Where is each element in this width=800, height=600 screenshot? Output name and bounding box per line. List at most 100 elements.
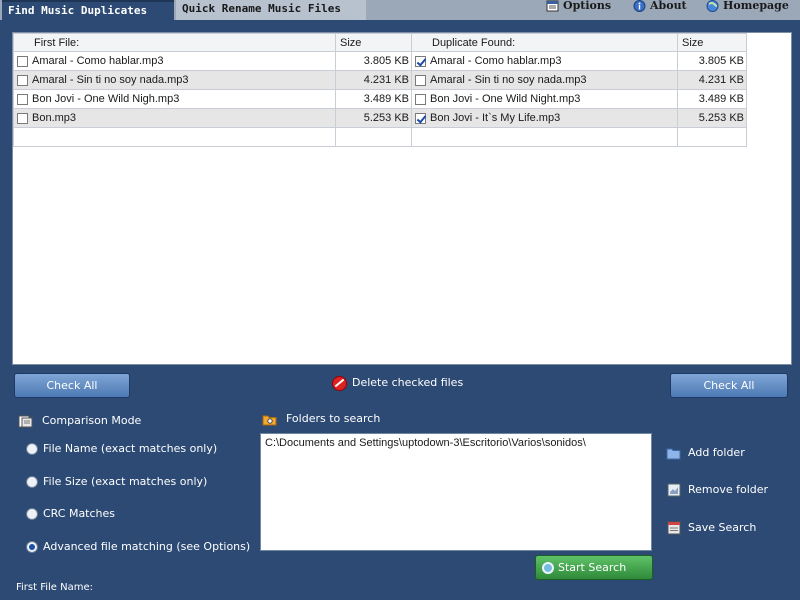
save-search-label: Save Search	[688, 521, 757, 534]
radio-file-size[interactable]: File Size (exact matches only)	[26, 475, 207, 489]
cell-first-file: Amaral - Sin ti no soy nada.mp3	[13, 70, 336, 90]
cell-duplicate-size: 4.231 KB	[677, 70, 747, 90]
header-size-first[interactable]: Size	[335, 33, 412, 52]
first-file-name: Amaral - Como hablar.mp3	[32, 55, 164, 67]
duplicate-file-size: 4.231 KB	[698, 74, 744, 86]
cell-duplicate-size: 3.805 KB	[677, 51, 747, 71]
radio-circle	[26, 476, 38, 488]
header-duplicate-found[interactable]: Duplicate Found:	[411, 33, 678, 52]
row-checkbox[interactable]	[17, 55, 28, 67]
first-file-name: Amaral - Sin ti no soy nada.mp3	[32, 74, 189, 86]
radio-advanced[interactable]: Advanced file matching (see Options)	[26, 540, 250, 554]
check-all-left-button[interactable]: Check All	[14, 373, 130, 398]
row-checkbox[interactable]	[415, 93, 426, 105]
options-link[interactable]: Options	[546, 0, 611, 14]
duplicates-table: First File: Size Duplicate Found: Size A…	[13, 33, 747, 147]
cell-first-size: 3.805 KB	[335, 51, 412, 71]
row-checkbox[interactable]	[415, 112, 426, 124]
radio-circle	[26, 541, 38, 553]
radio-circle	[26, 508, 38, 520]
cell-duplicate-file: Amaral - Sin ti no soy nada.mp3	[411, 70, 678, 90]
add-folder-button[interactable]: Add folder	[666, 445, 745, 461]
duplicate-file-name: Amaral - Sin ti no soy nada.mp3	[430, 74, 587, 86]
search-icon	[542, 562, 554, 574]
cell-duplicate-file: Bon Jovi - One Wild Night.mp3	[411, 89, 678, 109]
radio-file-name[interactable]: File Name (exact matches only)	[26, 442, 217, 456]
first-file-size: 5.253 KB	[363, 112, 409, 124]
first-file-name-label: First File Name:	[16, 582, 94, 593]
check-all-right-button[interactable]: Check All	[670, 373, 788, 398]
table-row[interactable]: Bon Jovi - One Wild Nigh.mp3 3.489 KB Bon …	[13, 89, 747, 109]
cell-first-file: Bon Jovi - One Wild Nigh.mp3	[13, 89, 336, 109]
first-file-name: Bon Jovi - One Wild Nigh.mp3	[32, 93, 180, 105]
cell-first-size: 3.489 KB	[335, 89, 412, 109]
cell-duplicate-size: 5.253 KB	[677, 108, 747, 128]
folders-heading: Folders to search	[262, 412, 380, 426]
cell-duplicate-file: Bon Jovi - It`s My Life.mp3	[411, 108, 678, 128]
row-checkbox[interactable]	[17, 74, 28, 86]
first-file-name: Bon.mp3	[32, 112, 77, 124]
folders-list[interactable]: C:\Documents and Settings\uptodown-3\Esc…	[260, 433, 652, 551]
about-label: About	[650, 0, 687, 12]
duplicates-grid[interactable]: First File: Size Duplicate Found: Size A…	[12, 32, 792, 365]
start-search-button[interactable]: Start Search	[535, 555, 653, 580]
empty-cell	[13, 127, 336, 147]
table-row[interactable]: Bon.mp3 5.253 KB Bon Jovi - It`s My Life.m…	[13, 108, 747, 128]
cell-first-size: 5.253 KB	[335, 108, 412, 128]
duplicate-file-size: 3.805 KB	[698, 55, 744, 67]
save-icon	[666, 521, 682, 535]
tab-find-music-duplicates[interactable]: Find Music Duplicates	[2, 0, 174, 20]
first-file-size: 3.805 KB	[363, 55, 409, 67]
folders-title: Folders to search	[286, 412, 381, 425]
empty-cell	[411, 127, 678, 147]
header-size-duplicate[interactable]: Size	[677, 33, 747, 52]
tab-quick-rename-music-files[interactable]: Quick Rename Music Files	[176, 0, 366, 20]
first-file-size: 4.231 KB	[363, 74, 409, 86]
row-checkbox[interactable]	[415, 55, 426, 67]
cell-first-file: Amaral - Como hablar.mp3	[13, 51, 336, 71]
folder-path-item[interactable]: C:\Documents and Settings\uptodown-3\Esc…	[265, 437, 647, 449]
row-checkbox[interactable]	[415, 74, 426, 86]
comparison-icon	[18, 415, 33, 428]
duplicate-file-name: Bon Jovi - It`s My Life.mp3	[430, 112, 561, 124]
remove-folder-label: Remove folder	[688, 483, 769, 496]
row-checkbox[interactable]	[17, 112, 28, 124]
radio-advanced-label: Advanced file matching (see Options)	[43, 540, 251, 553]
table-row[interactable]: Amaral - Como hablar.mp3 3.805 KB Amaral -…	[13, 51, 747, 71]
options-label: Options	[563, 0, 612, 12]
globe-icon	[706, 0, 719, 12]
add-folder-label: Add folder	[688, 446, 745, 459]
radio-crc[interactable]: CRC Matches	[26, 507, 115, 521]
delete-checked-button[interactable]: Delete checked files	[332, 374, 463, 392]
row-checkbox[interactable]	[17, 93, 28, 105]
start-search-label: Start Search	[558, 561, 627, 574]
remove-folder-button[interactable]: Remove folder	[666, 482, 768, 498]
options-icon	[546, 0, 559, 12]
empty-cell	[335, 127, 412, 147]
empty-cell	[677, 127, 747, 147]
comparison-mode-heading: Comparison Mode	[18, 414, 141, 428]
duplicate-file-size: 5.253 KB	[698, 112, 744, 124]
radio-file-size-label: File Size (exact matches only)	[43, 475, 208, 488]
delete-icon	[332, 375, 347, 391]
duplicate-file-size: 3.489 KB	[698, 93, 744, 105]
first-file-size: 3.489 KB	[363, 93, 409, 105]
about-icon	[633, 0, 646, 12]
remove-folder-icon	[666, 483, 682, 497]
header-first-file[interactable]: First File:	[13, 33, 336, 52]
radio-file-name-label: File Name (exact matches only)	[43, 442, 218, 455]
save-search-button[interactable]: Save Search	[666, 520, 756, 536]
folder-search-icon	[262, 413, 277, 426]
delete-checked-label: Delete checked files	[352, 376, 464, 389]
about-link[interactable]: About	[633, 0, 687, 14]
cell-first-file: Bon.mp3	[13, 108, 336, 128]
table-row[interactable]: Amaral - Sin ti no soy nada.mp3 4.231 KB A…	[13, 70, 747, 90]
radio-circle	[26, 443, 38, 455]
table-row-empty	[13, 127, 747, 147]
homepage-link[interactable]: Homepage	[706, 0, 789, 14]
radio-crc-label: CRC Matches	[43, 507, 116, 520]
comparison-mode-title: Comparison Mode	[42, 414, 142, 427]
cell-first-size: 4.231 KB	[335, 70, 412, 90]
duplicate-file-name: Amaral - Como hablar.mp3	[430, 55, 562, 67]
cell-duplicate-file: Amaral - Como hablar.mp3	[411, 51, 678, 71]
